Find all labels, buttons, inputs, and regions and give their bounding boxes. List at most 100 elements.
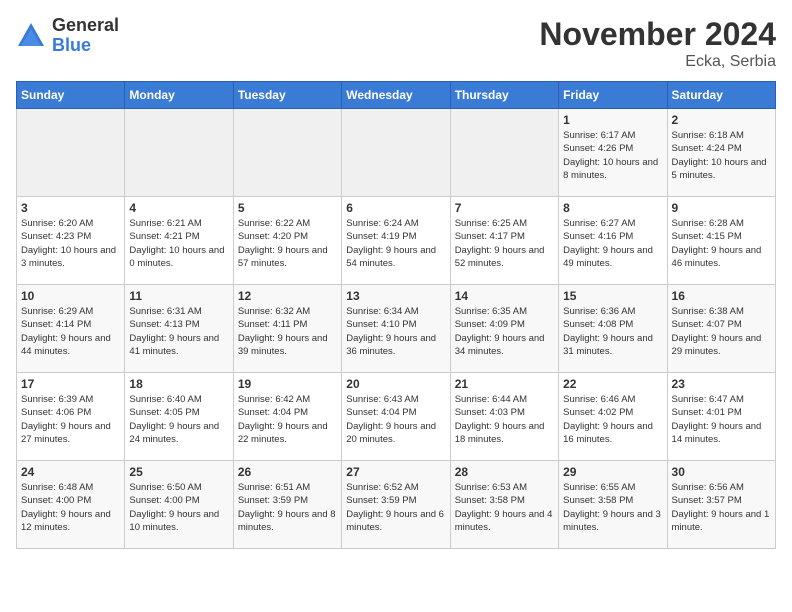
day-cell: 7 Sunrise: 6:25 AM Sunset: 4:17 PM Daylig…: [450, 197, 558, 285]
weekday-header-sunday: Sunday: [17, 82, 125, 109]
day-info: Sunrise: 6:39 AM Sunset: 4:06 PM Dayligh…: [21, 393, 120, 446]
day-number: 21: [455, 377, 554, 391]
day-cell: 6 Sunrise: 6:24 AM Sunset: 4:19 PM Daylig…: [342, 197, 450, 285]
day-cell: 22 Sunrise: 6:46 AM Sunset: 4:02 PM Dayli…: [559, 373, 667, 461]
weekday-header-saturday: Saturday: [667, 82, 775, 109]
day-info: Sunrise: 6:18 AM Sunset: 4:24 PM Dayligh…: [672, 129, 771, 182]
day-number: 3: [21, 201, 120, 215]
weekday-header-thursday: Thursday: [450, 82, 558, 109]
day-cell: 11 Sunrise: 6:31 AM Sunset: 4:13 PM Dayli…: [125, 285, 233, 373]
day-info: Sunrise: 6:25 AM Sunset: 4:17 PM Dayligh…: [455, 217, 554, 270]
page-header: General Blue November 2024 Ecka, Serbia: [16, 16, 776, 71]
weekday-header-friday: Friday: [559, 82, 667, 109]
day-number: 6: [346, 201, 445, 215]
day-number: 19: [238, 377, 337, 391]
day-number: 28: [455, 465, 554, 479]
day-cell: [125, 109, 233, 197]
week-row-5: 24 Sunrise: 6:48 AM Sunset: 4:00 PM Dayli…: [17, 461, 776, 549]
day-cell: 25Sunrise: 6:50 AM Sunset: 4:00 PM Dayli…: [125, 461, 233, 549]
day-number: 27: [346, 465, 445, 479]
day-number: 14: [455, 289, 554, 303]
day-info: Sunrise: 6:24 AM Sunset: 4:19 PM Dayligh…: [346, 217, 445, 270]
day-info: Sunrise: 6:50 AM Sunset: 4:00 PM Dayligh…: [129, 481, 228, 534]
day-info: Sunrise: 6:42 AM Sunset: 4:04 PM Dayligh…: [238, 393, 337, 446]
day-info: Sunrise: 6:35 AM Sunset: 4:09 PM Dayligh…: [455, 305, 554, 358]
day-cell: [342, 109, 450, 197]
day-cell: 20 Sunrise: 6:43 AM Sunset: 4:04 PM Dayli…: [342, 373, 450, 461]
calendar-subtitle: Ecka, Serbia: [539, 53, 776, 71]
day-cell: 30Sunrise: 6:56 AM Sunset: 3:57 PM Dayli…: [667, 461, 775, 549]
day-cell: 23 Sunrise: 6:47 AM Sunset: 4:01 PM Dayli…: [667, 373, 775, 461]
day-number: 1: [563, 113, 662, 127]
week-row-1: 1Sunrise: 6:17 AM Sunset: 4:26 PM Daylig…: [17, 109, 776, 197]
day-info: Sunrise: 6:32 AM Sunset: 4:11 PM Dayligh…: [238, 305, 337, 358]
day-cell: 13 Sunrise: 6:34 AM Sunset: 4:10 PM Dayli…: [342, 285, 450, 373]
day-info: Sunrise: 6:36 AM Sunset: 4:08 PM Dayligh…: [563, 305, 662, 358]
day-info: Sunrise: 6:31 AM Sunset: 4:13 PM Dayligh…: [129, 305, 228, 358]
day-number: 23: [672, 377, 771, 391]
day-cell: 21 Sunrise: 6:44 AM Sunset: 4:03 PM Dayli…: [450, 373, 558, 461]
day-cell: 27 Sunrise: 6:52 AM Sunset: 3:59 PM Dayli…: [342, 461, 450, 549]
day-number: 26: [238, 465, 337, 479]
day-number: 7: [455, 201, 554, 215]
weekday-header-monday: Monday: [125, 82, 233, 109]
day-cell: 10Sunrise: 6:29 AM Sunset: 4:14 PM Dayli…: [17, 285, 125, 373]
logo-line2: Blue: [52, 36, 119, 56]
day-number: 10: [21, 289, 120, 303]
logo-icon: [16, 21, 46, 51]
day-number: 9: [672, 201, 771, 215]
day-cell: 17Sunrise: 6:39 AM Sunset: 4:06 PM Dayli…: [17, 373, 125, 461]
day-cell: 18 Sunrise: 6:40 AM Sunset: 4:05 PM Dayli…: [125, 373, 233, 461]
day-cell: 16 Sunrise: 6:38 AM Sunset: 4:07 PM Dayli…: [667, 285, 775, 373]
day-cell: [233, 109, 341, 197]
day-cell: 8Sunrise: 6:27 AM Sunset: 4:16 PM Daylig…: [559, 197, 667, 285]
calendar-title: November 2024: [539, 16, 776, 53]
day-number: 11: [129, 289, 228, 303]
day-number: 22: [563, 377, 662, 391]
day-number: 20: [346, 377, 445, 391]
day-number: 5: [238, 201, 337, 215]
weekday-header-wednesday: Wednesday: [342, 82, 450, 109]
day-info: Sunrise: 6:47 AM Sunset: 4:01 PM Dayligh…: [672, 393, 771, 446]
day-info: Sunrise: 6:43 AM Sunset: 4:04 PM Dayligh…: [346, 393, 445, 446]
day-cell: 3 Sunrise: 6:20 AM Sunset: 4:23 PM Daylig…: [17, 197, 125, 285]
day-cell: 9Sunrise: 6:28 AM Sunset: 4:15 PM Daylig…: [667, 197, 775, 285]
day-number: 15: [563, 289, 662, 303]
day-info: Sunrise: 6:27 AM Sunset: 4:16 PM Dayligh…: [563, 217, 662, 270]
day-info: Sunrise: 6:20 AM Sunset: 4:23 PM Dayligh…: [21, 217, 120, 270]
day-cell: 26 Sunrise: 6:51 AM Sunset: 3:59 PM Dayli…: [233, 461, 341, 549]
day-info: Sunrise: 6:55 AM Sunset: 3:58 PM Dayligh…: [563, 481, 662, 534]
day-cell: 2Sunrise: 6:18 AM Sunset: 4:24 PM Daylig…: [667, 109, 775, 197]
day-info: Sunrise: 6:38 AM Sunset: 4:07 PM Dayligh…: [672, 305, 771, 358]
weekday-header-tuesday: Tuesday: [233, 82, 341, 109]
day-info: Sunrise: 6:34 AM Sunset: 4:10 PM Dayligh…: [346, 305, 445, 358]
day-number: 4: [129, 201, 228, 215]
day-info: Sunrise: 6:44 AM Sunset: 4:03 PM Dayligh…: [455, 393, 554, 446]
day-cell: 4 Sunrise: 6:21 AM Sunset: 4:21 PM Daylig…: [125, 197, 233, 285]
day-cell: 12 Sunrise: 6:32 AM Sunset: 4:11 PM Dayli…: [233, 285, 341, 373]
week-row-2: 3 Sunrise: 6:20 AM Sunset: 4:23 PM Daylig…: [17, 197, 776, 285]
title-block: November 2024 Ecka, Serbia: [539, 16, 776, 71]
day-number: 18: [129, 377, 228, 391]
day-number: 24: [21, 465, 120, 479]
day-info: Sunrise: 6:52 AM Sunset: 3:59 PM Dayligh…: [346, 481, 445, 534]
day-info: Sunrise: 6:46 AM Sunset: 4:02 PM Dayligh…: [563, 393, 662, 446]
day-info: Sunrise: 6:51 AM Sunset: 3:59 PM Dayligh…: [238, 481, 337, 534]
day-cell: 28 Sunrise: 6:53 AM Sunset: 3:58 PM Dayli…: [450, 461, 558, 549]
day-cell: 15 Sunrise: 6:36 AM Sunset: 4:08 PM Dayli…: [559, 285, 667, 373]
day-cell: 19 Sunrise: 6:42 AM Sunset: 4:04 PM Dayli…: [233, 373, 341, 461]
day-number: 12: [238, 289, 337, 303]
day-number: 13: [346, 289, 445, 303]
weekday-header-row: SundayMondayTuesdayWednesdayThursdayFrid…: [17, 82, 776, 109]
day-info: Sunrise: 6:53 AM Sunset: 3:58 PM Dayligh…: [455, 481, 554, 534]
day-info: Sunrise: 6:22 AM Sunset: 4:20 PM Dayligh…: [238, 217, 337, 270]
day-number: 16: [672, 289, 771, 303]
day-info: Sunrise: 6:48 AM Sunset: 4:00 PM Dayligh…: [21, 481, 120, 534]
day-number: 29: [563, 465, 662, 479]
day-info: Sunrise: 6:40 AM Sunset: 4:05 PM Dayligh…: [129, 393, 228, 446]
day-info: Sunrise: 6:56 AM Sunset: 3:57 PM Dayligh…: [672, 481, 771, 534]
day-cell: 29 Sunrise: 6:55 AM Sunset: 3:58 PM Dayli…: [559, 461, 667, 549]
calendar-table: SundayMondayTuesdayWednesdayThursdayFrid…: [16, 81, 776, 549]
week-row-3: 10Sunrise: 6:29 AM Sunset: 4:14 PM Dayli…: [17, 285, 776, 373]
day-info: Sunrise: 6:21 AM Sunset: 4:21 PM Dayligh…: [129, 217, 228, 270]
